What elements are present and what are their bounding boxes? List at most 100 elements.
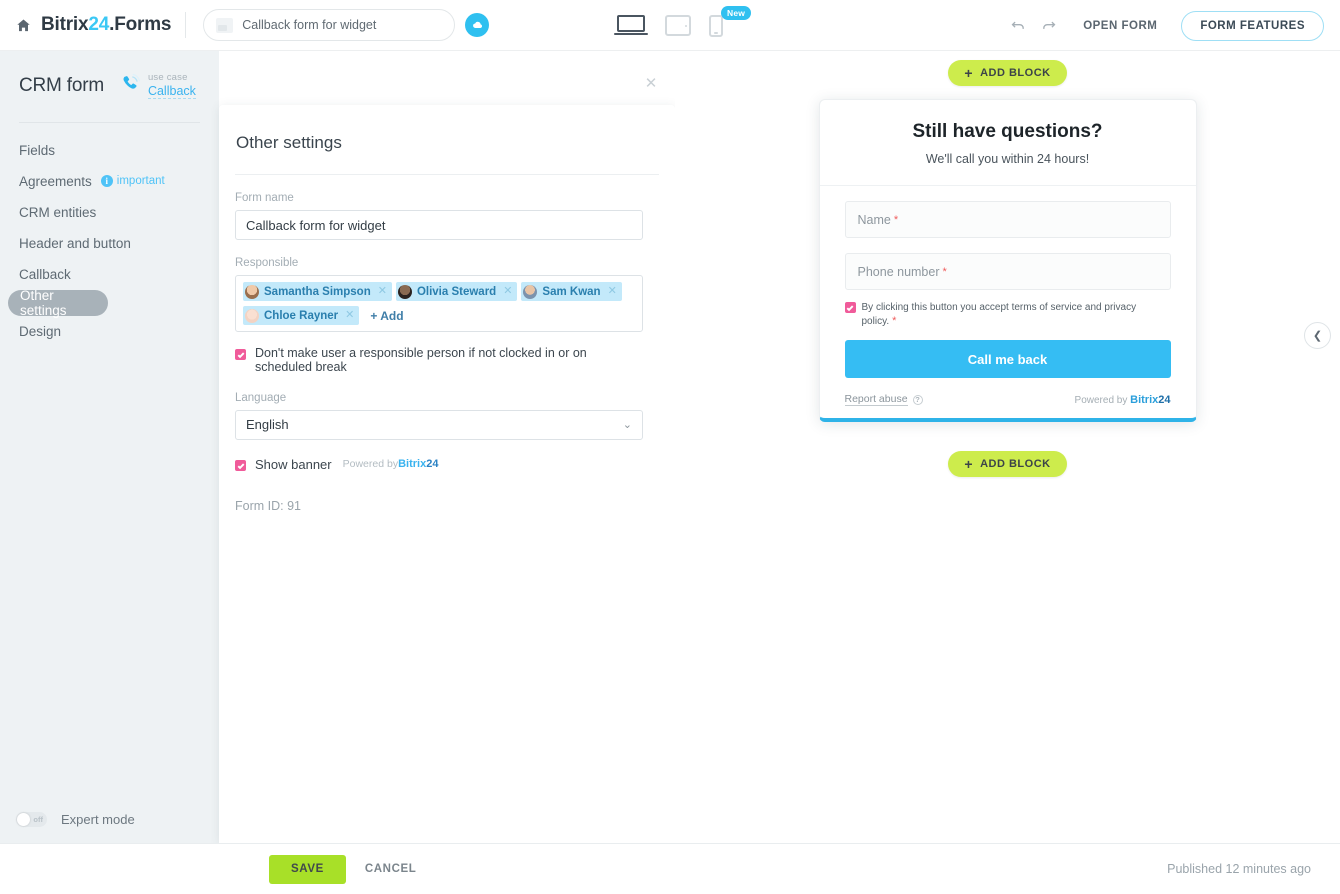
left-sidebar: CRM form use case Callback Fields Agreem… bbox=[0, 51, 219, 843]
powered-by-brand2: 24 bbox=[1158, 393, 1171, 406]
important-label: important bbox=[116, 175, 165, 188]
form-id-text: Form ID: 91 bbox=[235, 498, 301, 513]
close-icon[interactable]: ✕ bbox=[641, 73, 661, 93]
form-name-label: Form name bbox=[235, 192, 294, 204]
page-title: CRM form bbox=[19, 75, 104, 97]
sidebar-item-design[interactable]: Design bbox=[0, 316, 219, 347]
form-name-value: Callback form for widget bbox=[246, 217, 386, 233]
checkbox-checked-icon[interactable] bbox=[844, 302, 856, 313]
phone-field[interactable]: Phone number * bbox=[844, 253, 1171, 290]
other-settings-panel: ✕ Other settings Form name Callback form… bbox=[219, 75, 675, 843]
responsible-chips[interactable]: Samantha Simpson ✕ Olivia Steward ✕ Sam … bbox=[235, 275, 643, 332]
no-responsible-checkbox-label: Don't make user a responsible person if … bbox=[255, 346, 587, 375]
responsible-name: Chloe Rayner bbox=[264, 309, 339, 322]
brand-suffix: .Forms bbox=[109, 14, 172, 35]
powered-by-prefix: Powered by bbox=[342, 458, 399, 471]
use-case-value[interactable]: Callback bbox=[147, 84, 196, 100]
checkbox-checked-icon[interactable] bbox=[235, 460, 246, 472]
add-block-bottom-button[interactable]: + ADD BLOCK bbox=[948, 451, 1067, 478]
avatar bbox=[245, 284, 259, 299]
sidebar-item-callback[interactable]: Callback bbox=[0, 259, 219, 290]
agreement-row[interactable]: By clicking this button you accept terms… bbox=[844, 301, 1171, 328]
sidebar-item-crm-entities[interactable]: CRM entities bbox=[0, 197, 219, 228]
panel-title: Other settings bbox=[236, 133, 342, 152]
app-brand[interactable]: Bitrix24.Forms bbox=[41, 14, 171, 36]
expert-mode-label: Expert mode bbox=[61, 812, 135, 827]
remove-chip-icon[interactable]: ✕ bbox=[606, 286, 619, 297]
agreement-label: By clicking this button you accept terms… bbox=[861, 302, 1137, 327]
avatar bbox=[245, 308, 259, 323]
powered-by-brand1: Bitrix bbox=[398, 458, 427, 471]
form-name-input[interactable]: Callback form for widget bbox=[235, 210, 643, 240]
remove-chip-icon[interactable]: ✕ bbox=[376, 286, 389, 297]
checkbox-checked-icon[interactable] bbox=[235, 349, 246, 360]
responsible-chip[interactable]: Chloe Rayner ✕ bbox=[243, 306, 360, 325]
divider bbox=[185, 12, 187, 38]
add-block-label: ADD BLOCK bbox=[980, 67, 1051, 79]
language-select[interactable]: English ⌄ bbox=[235, 409, 643, 440]
form-preview-area: + ADD BLOCK Still have questions? We'll … bbox=[675, 51, 1340, 843]
avatar bbox=[397, 284, 412, 299]
no-responsible-checkbox-row[interactable]: Don't make user a responsible person if … bbox=[235, 346, 659, 375]
name-field[interactable]: Name * bbox=[844, 201, 1171, 238]
bottom-action-bar: SAVE CANCEL Published 12 minutes ago bbox=[0, 843, 1340, 894]
remove-chip-icon[interactable]: ✕ bbox=[343, 310, 356, 321]
new-badge: New bbox=[721, 5, 752, 20]
add-block-top-button[interactable]: + ADD BLOCK bbox=[948, 60, 1067, 86]
required-asterisk: * bbox=[893, 213, 899, 226]
powered-by-footer: Powered by Bitrix24 bbox=[1075, 394, 1171, 406]
device-mobile-button[interactable]: New bbox=[709, 5, 752, 37]
form-name-text: Callback form for widget bbox=[242, 18, 377, 32]
top-bar-actions: OPEN FORM FORM FEATURES bbox=[1003, 0, 1324, 51]
sidebar-header: CRM form use case Callback bbox=[0, 51, 219, 100]
call-me-back-button[interactable]: Call me back bbox=[844, 340, 1171, 379]
powered-by-text: Powered byBitrix24 bbox=[343, 458, 439, 470]
brand-accent: 24 bbox=[88, 14, 110, 35]
toggle-knob bbox=[17, 813, 30, 826]
responsible-label: Responsible bbox=[235, 257, 299, 269]
save-button[interactable]: SAVE bbox=[269, 854, 346, 884]
sidebar-item-label: Header and button bbox=[19, 235, 131, 251]
responsible-chip[interactable]: Samantha Simpson ✕ bbox=[243, 282, 392, 301]
question-mark-icon[interactable]: ? bbox=[912, 394, 923, 405]
sidebar-item-agreements[interactable]: Agreements i important bbox=[0, 166, 219, 197]
sidebar-item-label: Agreements bbox=[19, 173, 92, 189]
sidebar-item-fields[interactable]: Fields bbox=[0, 135, 219, 166]
show-banner-row[interactable]: Show banner Powered byBitrix24 bbox=[235, 457, 659, 472]
responsible-chip[interactable]: Olivia Steward ✕ bbox=[395, 282, 518, 301]
remove-chip-icon[interactable]: ✕ bbox=[501, 286, 514, 297]
collapse-panel-button[interactable]: ❮ bbox=[1304, 322, 1331, 349]
undo-icon[interactable] bbox=[1003, 11, 1033, 41]
report-abuse-link[interactable]: Report abuse bbox=[844, 393, 908, 407]
published-status: Published 12 minutes ago bbox=[1167, 862, 1311, 876]
sidebar-item-label: Other settings bbox=[20, 287, 67, 318]
device-tablet-button[interactable] bbox=[665, 15, 691, 36]
use-case[interactable]: use case Callback bbox=[120, 73, 196, 100]
brand-prefix: Bitrix bbox=[41, 14, 89, 35]
sidebar-item-label: Design bbox=[19, 323, 62, 339]
phone-call-icon bbox=[120, 73, 141, 99]
avatar bbox=[523, 284, 538, 299]
name-field-placeholder: Name bbox=[857, 212, 891, 227]
agreement-text: By clicking this button you accept terms… bbox=[862, 301, 1171, 328]
responsible-name: Olivia Steward bbox=[416, 285, 497, 298]
add-responsible-button[interactable]: + Add bbox=[370, 309, 403, 323]
device-desktop-button[interactable] bbox=[614, 14, 648, 37]
sidebar-item-header-and-button[interactable]: Header and button bbox=[0, 228, 219, 259]
form-divider bbox=[819, 185, 1196, 186]
info-icon: i bbox=[100, 175, 113, 188]
form-features-button[interactable]: FORM FEATURES bbox=[1181, 10, 1324, 41]
home-icon[interactable] bbox=[13, 15, 33, 35]
sidebar-nav: Fields Agreements i important CRM entiti… bbox=[0, 135, 219, 347]
cloud-icon[interactable] bbox=[465, 13, 490, 37]
responsible-chip[interactable]: Sam Kwan ✕ bbox=[521, 282, 622, 301]
sidebar-item-other-settings[interactable]: Other settings bbox=[8, 287, 108, 318]
open-form-button[interactable]: OPEN FORM bbox=[1077, 20, 1163, 32]
cancel-button[interactable]: CANCEL bbox=[365, 863, 417, 875]
use-case-label: use case bbox=[147, 72, 188, 83]
expert-mode-toggle[interactable]: off bbox=[16, 812, 47, 827]
redo-icon[interactable] bbox=[1033, 11, 1063, 41]
top-bar: Bitrix24.Forms Callback form for widget … bbox=[0, 0, 1340, 51]
form-name-search-input[interactable]: Callback form for widget bbox=[203, 9, 456, 41]
image-icon bbox=[216, 17, 234, 33]
